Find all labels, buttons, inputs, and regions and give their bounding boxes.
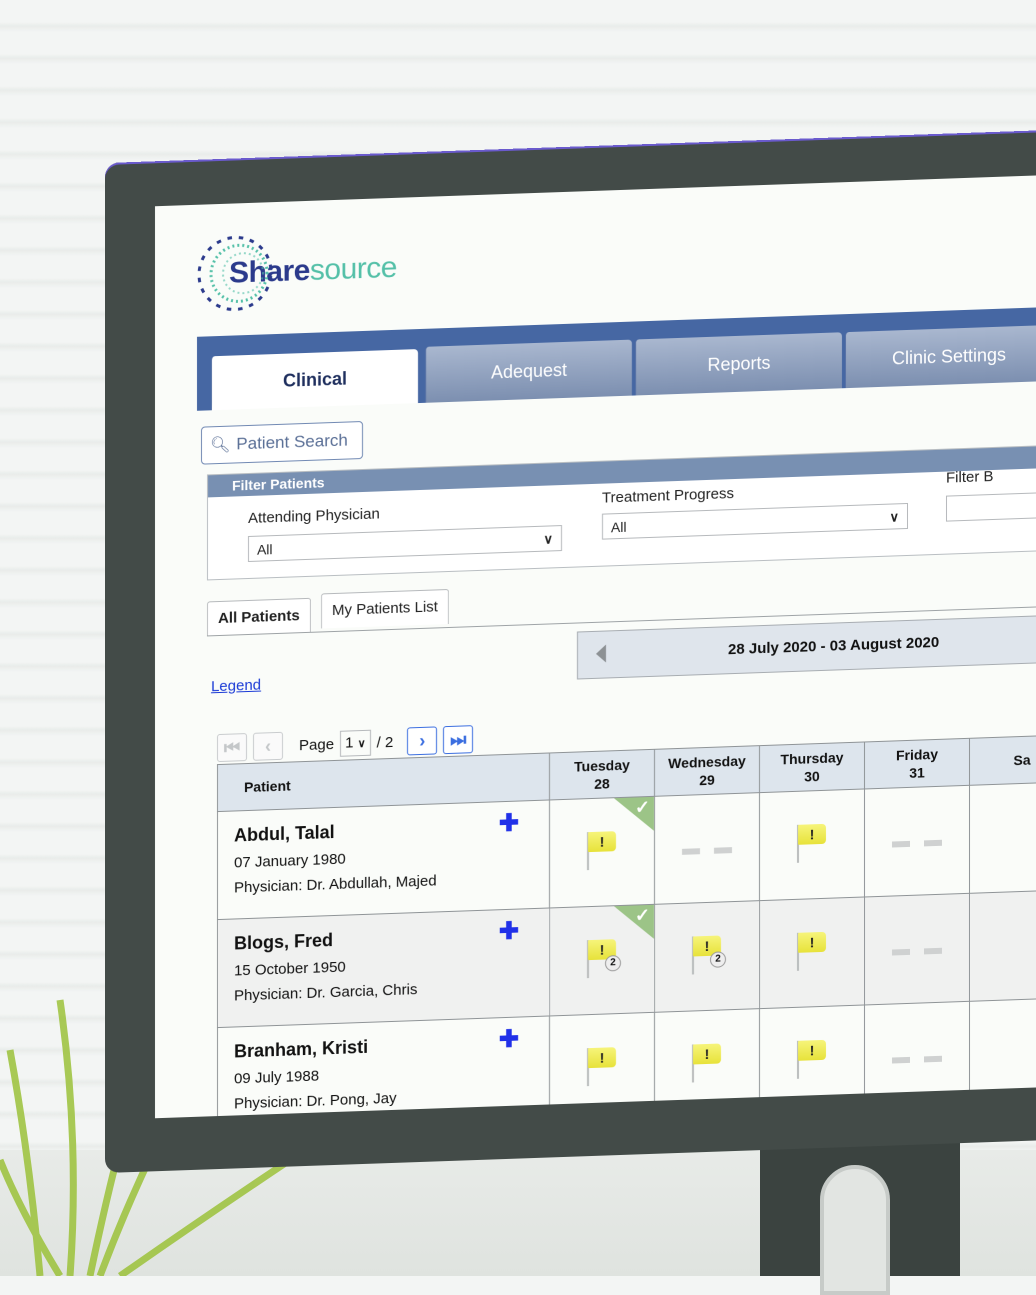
day-column-header: Wednesday29	[655, 746, 760, 797]
patient-physician: Physician: Dr. Abdullah, Majed	[234, 869, 548, 897]
day-cell[interactable]: !	[760, 897, 865, 1009]
next-page-button[interactable]: ›	[407, 726, 437, 755]
patient-cell[interactable]: Abdul, Talal07 January 1980Physician: Dr…	[218, 800, 550, 920]
tab-adequest[interactable]: Adequest	[425, 340, 632, 403]
legend-link[interactable]: Legend	[211, 677, 261, 696]
add-plus-icon[interactable]: ✚	[499, 812, 519, 837]
no-treatment-dash-icon	[892, 839, 942, 847]
alert-flag-icon[interactable]: !	[795, 822, 829, 865]
tab-my-patients-list[interactable]: My Patients List	[321, 589, 449, 628]
main-nav: Clinical Adequest Reports Clinic Setting…	[197, 302, 1036, 411]
attending-physician-label: Attending Physician	[248, 505, 380, 527]
previous-week-arrow-icon[interactable]	[596, 645, 606, 663]
alert-flag-icon[interactable]: !2	[690, 933, 724, 976]
tab-all-patients[interactable]: All Patients	[207, 598, 311, 637]
monitor-bezel: Sharesource Clinical Adequest Reports Cl…	[105, 125, 1036, 1173]
completed-check-icon: ✓	[614, 797, 654, 832]
day-column-header: Thursday30	[760, 742, 865, 793]
day-cell[interactable]	[655, 793, 760, 905]
patient-search-label: Patient Search	[236, 431, 348, 455]
add-plus-icon[interactable]: ✚	[499, 1028, 519, 1053]
day-cell[interactable]	[865, 785, 970, 897]
patient-dob: 15 October 1950	[234, 952, 548, 980]
day-column-header: Tuesday28	[550, 749, 655, 800]
flag-count-badge: 2	[605, 955, 621, 972]
no-treatment-dash-icon	[682, 847, 732, 855]
patient-physician: Physician: Dr. Garcia, Chris	[234, 977, 548, 1005]
day-column-header: Sa	[970, 735, 1036, 786]
day-cell[interactable]: !	[550, 1012, 655, 1118]
day-column-header: Friday31	[865, 738, 970, 789]
day-cell[interactable]: !✓	[550, 796, 655, 908]
patient-dob: 07 January 1980	[234, 844, 548, 872]
patient-cell[interactable]: Branham, Kristi09 July 1988Physician: Dr…	[218, 1016, 550, 1118]
patient-search-button[interactable]: 🔍︎ Patient Search	[201, 421, 363, 465]
alert-flag-icon[interactable]: !2	[585, 937, 619, 980]
app-screen: Sharesource Clinical Adequest Reports Cl…	[155, 170, 1036, 1119]
page-select[interactable]: 1 ∨	[340, 730, 371, 757]
page-total: / 2	[377, 733, 394, 751]
alert-flag-icon[interactable]: !	[585, 1045, 619, 1088]
search-icon: 🔍︎	[210, 435, 230, 456]
filter-patients-panel: Filter Patients Attending Physician All …	[207, 439, 1036, 580]
patient-dob: 09 July 1988	[234, 1060, 548, 1088]
tab-reports[interactable]: Reports	[635, 332, 842, 395]
day-cell[interactable]: !	[760, 1005, 865, 1117]
no-treatment-dash-icon	[892, 1055, 942, 1063]
chevron-down-icon: ∨	[543, 526, 553, 552]
chevron-down-icon: ∨	[889, 504, 899, 530]
tab-clinic-settings[interactable]: Clinic Settings	[845, 325, 1036, 388]
attending-physician-value: All	[257, 541, 273, 558]
no-treatment-dash-icon	[892, 947, 942, 955]
tab-clinical[interactable]: Clinical	[211, 349, 418, 410]
filter-by-input[interactable]	[946, 489, 1036, 522]
day-cell[interactable]	[970, 782, 1036, 894]
day-cell[interactable]	[865, 893, 970, 1005]
alert-flag-icon[interactable]: !	[585, 829, 619, 872]
chevron-down-icon: ∨	[358, 738, 366, 750]
patient-cell[interactable]: Blogs, Fred15 October 1950Physician: Dr.…	[218, 908, 550, 1028]
logo-rings-icon	[195, 232, 275, 315]
day-cell[interactable]	[970, 998, 1036, 1110]
day-cell[interactable]: !2	[655, 901, 760, 1013]
date-range-text: 28 July 2020 - 03 August 2020	[728, 634, 939, 658]
first-page-button[interactable]: ⏮︎	[217, 733, 247, 762]
day-cell[interactable]: !	[655, 1009, 760, 1119]
patient-schedule-table: Patient Tuesday28 Wednesday29 Thursday30…	[217, 734, 1036, 1118]
last-page-button[interactable]: ⏭︎	[443, 725, 473, 754]
completed-check-icon: ✓	[614, 905, 654, 940]
alert-flag-icon[interactable]: !	[795, 930, 829, 973]
filter-by-label: Filter B	[946, 468, 994, 487]
alert-flag-icon[interactable]: !	[690, 1041, 724, 1084]
sharesource-logo: Sharesource	[195, 228, 397, 315]
alert-flag-icon[interactable]: !	[795, 1038, 829, 1081]
flag-count-badge: 2	[710, 951, 726, 968]
day-cell[interactable]: !2✓	[550, 904, 655, 1016]
attending-physician-select[interactable]: All ∨	[248, 525, 562, 562]
treatment-progress-label: Treatment Progress	[602, 485, 734, 507]
treatment-progress-select[interactable]: All ∨	[602, 503, 908, 540]
patient-physician: Physician: Dr. Pong, Jay	[234, 1085, 548, 1113]
day-cell[interactable]: !	[760, 789, 865, 901]
previous-page-button[interactable]: ‹	[253, 732, 283, 761]
day-cell[interactable]	[970, 890, 1036, 1002]
add-plus-icon[interactable]: ✚	[499, 920, 519, 945]
treatment-progress-value: All	[611, 519, 627, 536]
page-label: Page	[299, 736, 334, 754]
day-cell[interactable]	[865, 1001, 970, 1113]
